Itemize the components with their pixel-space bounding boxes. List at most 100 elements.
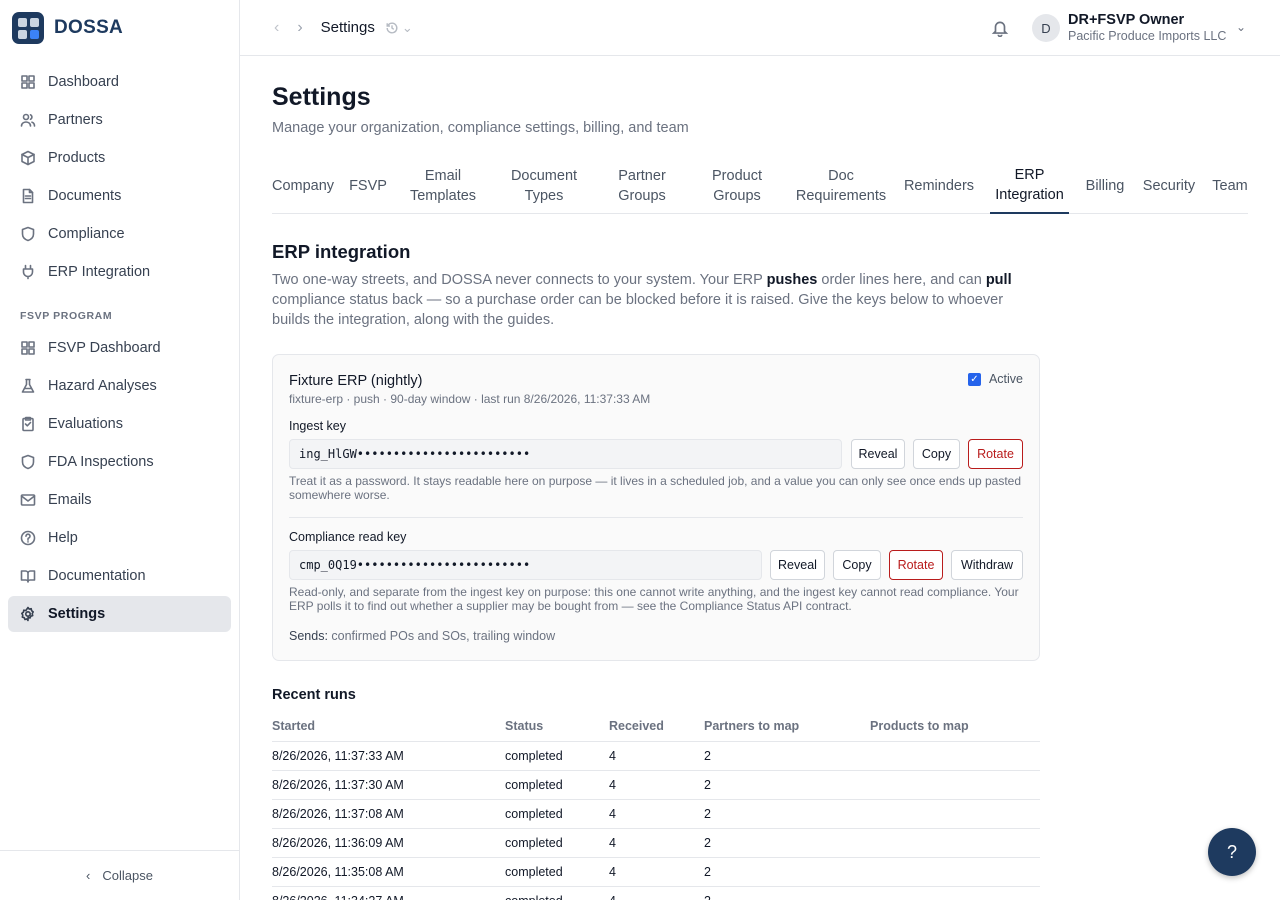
tab-email-templates[interactable]: Email Templates — [402, 158, 484, 214]
page-subtitle: Manage your organization, compliance set… — [272, 120, 689, 136]
sidebar-item-products[interactable]: Products — [8, 140, 231, 176]
sidebar-item-label: Partners — [48, 112, 103, 128]
sidebar-item-label: Evaluations — [48, 416, 123, 432]
sidebar-item-fda-inspections[interactable]: FDA Inspections — [8, 444, 231, 480]
user-menu[interactable]: DR+FSVP Owner Pacific Produce Imports LL… — [1068, 12, 1226, 44]
divider — [289, 517, 1023, 518]
cell-partners: 2 — [704, 741, 870, 771]
sidebar-item-dashboard[interactable]: Dashboard — [8, 64, 231, 100]
ingest-copy-button[interactable]: Copy — [913, 439, 960, 469]
cell-partners: 2 — [704, 799, 870, 829]
cell-status: completed — [505, 828, 609, 858]
tab-doc-requirements[interactable]: Doc Requirements — [792, 158, 890, 214]
active-toggle[interactable]: ✓ Active — [967, 372, 1023, 386]
sidebar-item-emails[interactable]: Emails — [8, 482, 231, 518]
ingest-reveal-button[interactable]: Reveal — [851, 439, 905, 469]
collapse-button[interactable]: ‹ Collapse — [0, 850, 239, 900]
compliance-rotate-button[interactable]: Rotate — [889, 550, 943, 580]
tab-company[interactable]: Company — [272, 158, 334, 214]
help-fab-button[interactable]: ? — [1208, 828, 1256, 876]
sidebar-item-fsvp-dashboard[interactable]: FSVP Dashboard — [8, 330, 231, 366]
chevron-down-icon[interactable]: ⌄ — [1236, 20, 1246, 34]
cell-status: completed — [505, 770, 609, 800]
cell-products — [870, 886, 1040, 900]
ingest-key-hint: Treat it as a password. It stays readabl… — [289, 474, 1021, 502]
cell-status: completed — [505, 799, 609, 829]
sidebar-item-label: Hazard Analyses — [48, 378, 157, 394]
user-name: DR+FSVP Owner — [1068, 12, 1185, 28]
sidebar-item-documentation[interactable]: Documentation — [8, 558, 231, 594]
tab-partner-groups[interactable]: Partner Groups — [608, 158, 676, 214]
cell-products — [870, 857, 1040, 887]
dashboard-icon — [21, 75, 35, 89]
tab-erp-integration[interactable]: ERP Integration — [990, 158, 1069, 214]
settings-tabs: Company FSVP Email Templates Document Ty… — [272, 158, 1248, 214]
dashboard-icon — [21, 341, 35, 355]
gear-icon — [21, 606, 34, 622]
sidebar-item-partners[interactable]: Partners — [8, 102, 231, 138]
sidebar-item-evaluations[interactable]: Evaluations — [8, 406, 231, 442]
brand-name: DOSSA — [54, 17, 124, 38]
cell-partners: 2 — [704, 857, 870, 887]
active-label: Active — [988, 372, 1023, 386]
sidebar-item-documents[interactable]: Documents — [8, 178, 231, 214]
sidebar-item-label: FDA Inspections — [48, 454, 154, 470]
cell-received: 4 — [609, 799, 704, 829]
compliance-key-label: Compliance read key — [289, 530, 407, 544]
page-title: Settings — [272, 83, 371, 111]
tab-product-groups[interactable]: Product Groups — [702, 158, 772, 214]
compliance-withdraw-button[interactable]: Withdraw — [951, 550, 1023, 580]
cell-started: 8/26/2026, 11:37:08 AM — [272, 799, 505, 829]
sidebar-item-compliance[interactable]: Compliance — [8, 216, 231, 252]
compliance-key-hint: Read-only, and separate from the ingest … — [289, 585, 1019, 613]
compliance-key-field[interactable]: cmp_0Q19•••••••••••••••••••••••• — [289, 550, 762, 580]
ingest-key-field[interactable]: ing_HlGW•••••••••••••••••••••••• — [289, 439, 842, 469]
brand[interactable]: DOSSA — [0, 0, 239, 56]
avatar[interactable]: D — [1032, 14, 1060, 42]
tab-team[interactable]: Team — [1212, 158, 1248, 214]
sidebar-item-hazard-analyses[interactable]: Hazard Analyses — [8, 368, 231, 404]
connection-title: Fixture ERP (nightly) — [289, 373, 423, 389]
cell-started: 8/26/2026, 11:37:30 AM — [272, 770, 505, 800]
cell-status: completed — [505, 857, 609, 887]
users-icon — [20, 113, 36, 127]
cell-started: 8/26/2026, 11:35:08 AM — [272, 857, 505, 887]
cell-status: completed — [505, 886, 609, 900]
tab-document-types[interactable]: Document Types — [502, 158, 586, 214]
cell-started: 8/26/2026, 11:34:27 AM — [272, 886, 505, 900]
sidebar-item-label: ERP Integration — [48, 264, 151, 280]
erp-section-description: Two one-way streets, and DOSSA never con… — [272, 272, 1012, 328]
sidebar-item-label: Documentation — [48, 568, 146, 584]
clipboard-icon — [22, 416, 34, 432]
table-header-row: Started Status Received Partners to map … — [272, 712, 1040, 742]
tab-reminders[interactable]: Reminders — [902, 158, 976, 214]
sidebar-item-label: Compliance — [48, 226, 125, 242]
sidebar-item-label: FSVP Dashboard — [48, 340, 161, 356]
history-dropdown[interactable]: ⌄ — [385, 20, 413, 36]
chevron-left-icon: ‹ — [86, 868, 91, 883]
compliance-copy-button[interactable]: Copy — [833, 550, 881, 580]
cell-products — [870, 741, 1040, 771]
bell-icon[interactable] — [991, 19, 1009, 37]
forward-arrow-icon[interactable]: › — [297, 19, 302, 37]
table-row: 8/26/2026, 11:34:27 AM completed 4 2 — [272, 886, 1040, 900]
ingest-rotate-button[interactable]: Rotate — [968, 439, 1023, 469]
table-row: 8/26/2026, 11:36:09 AM completed 4 2 — [272, 828, 1040, 858]
breadcrumb: Settings — [320, 19, 375, 36]
sidebar-item-label: Emails — [48, 492, 92, 508]
back-arrow-icon[interactable]: ‹ — [274, 19, 279, 37]
checkbox-checked-icon[interactable]: ✓ — [967, 372, 981, 386]
tab-fsvp[interactable]: FSVP — [349, 158, 387, 214]
topbar: ‹ › Settings ⌄ D DR+FSVP Owner Pacific P… — [240, 0, 1280, 56]
column-header: Status — [505, 712, 609, 742]
cell-received: 4 — [609, 886, 704, 900]
table-row: 8/26/2026, 11:37:30 AM completed 4 2 — [272, 770, 1040, 800]
table-row: 8/26/2026, 11:35:08 AM completed 4 2 — [272, 857, 1040, 887]
compliance-reveal-button[interactable]: Reveal — [770, 550, 825, 580]
sidebar-item-label: Documents — [48, 188, 122, 204]
tab-billing[interactable]: Billing — [1084, 158, 1126, 214]
sidebar-item-settings[interactable]: Settings — [8, 596, 231, 632]
tab-security[interactable]: Security — [1140, 158, 1198, 214]
sidebar-item-help[interactable]: Help — [8, 520, 231, 556]
sidebar-item-erp-integration[interactable]: ERP Integration — [8, 254, 231, 290]
